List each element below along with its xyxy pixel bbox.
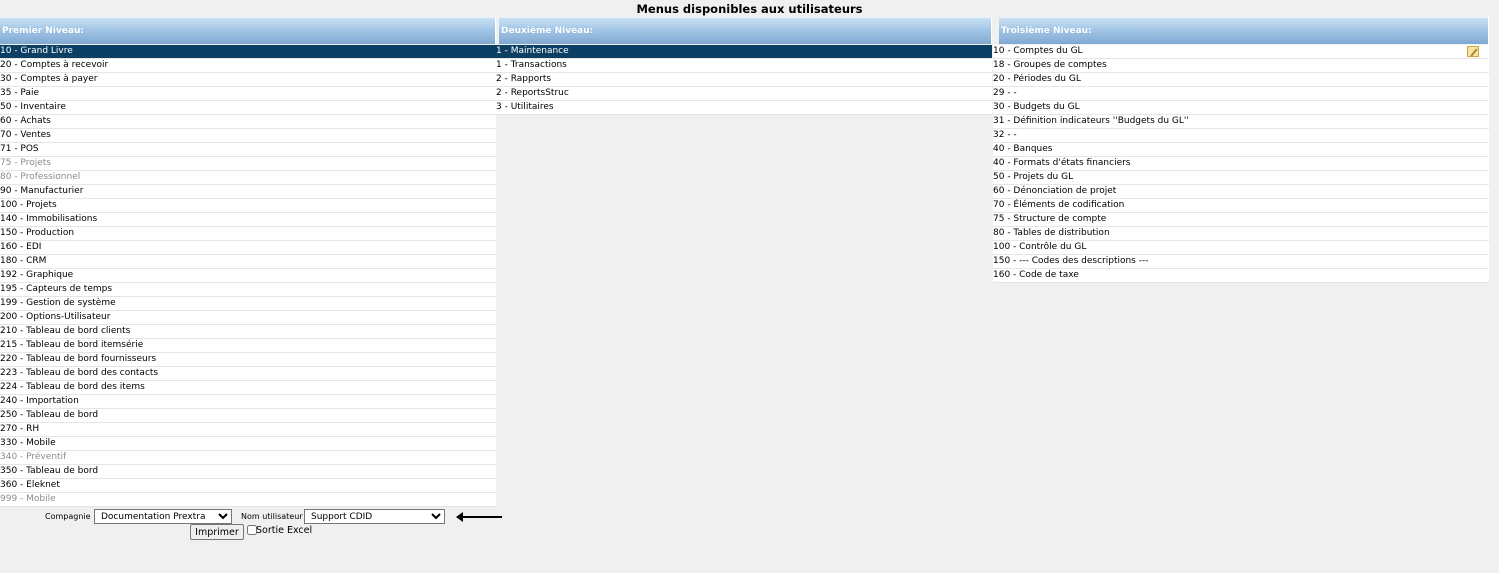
menu-item[interactable]: 140 - Immobilisations: [0, 213, 496, 227]
menu-item[interactable]: 160 - Code de taxe: [993, 269, 1489, 283]
menu-item[interactable]: 150 - --- Codes des descriptions ---: [993, 255, 1489, 269]
menu-item[interactable]: 340 - Préventif: [0, 451, 496, 465]
column-deuxieme-niveau: Deuxième Niveau: 1 - Maintenance 1 - Tran…: [496, 17, 992, 115]
menu-item[interactable]: 270 - RH: [0, 423, 496, 437]
menu-item[interactable]: 1 - Transactions: [496, 59, 992, 73]
menu-list-troisieme-niveau: 10 - Comptes du GL 18 - Groupes de compte…: [993, 45, 1489, 283]
menu-item[interactable]: 20 - Comptes à recevoir: [0, 59, 496, 73]
menu-item[interactable]: 30 - Budgets du GL: [993, 101, 1489, 115]
menu-item[interactable]: 2 - Rapports: [496, 73, 992, 87]
menu-item[interactable]: 200 - Options-Utilisateur: [0, 311, 496, 325]
menu-item[interactable]: 192 - Graphique: [0, 269, 496, 283]
menu-item[interactable]: 50 - Projets du GL: [993, 171, 1489, 185]
menu-item[interactable]: 50 - Inventaire: [0, 101, 496, 115]
menu-item[interactable]: 10 - Comptes du GL: [993, 45, 1489, 59]
menu-item[interactable]: 250 - Tableau de bord: [0, 409, 496, 423]
menu-item[interactable]: 40 - Formats d'états financiers: [993, 157, 1489, 171]
menu-item[interactable]: 240 - Importation: [0, 395, 496, 409]
arrow-left-icon: [456, 512, 502, 522]
menu-item[interactable]: 160 - EDI: [0, 241, 496, 255]
column-premier-niveau: Premier Niveau: 10 - Grand Livre 20 - Com…: [0, 17, 496, 507]
print-button[interactable]: Imprimer: [190, 524, 244, 540]
menu-item[interactable]: 150 - Production: [0, 227, 496, 241]
menu-item[interactable]: 3 - Utilitaires: [496, 101, 992, 115]
menu-item[interactable]: 60 - Achats: [0, 115, 496, 129]
column-header-premier-niveau: Premier Niveau:: [0, 17, 496, 44]
menu-item[interactable]: 195 - Capteurs de temps: [0, 283, 496, 297]
menu-item[interactable]: 71 - POS: [0, 143, 496, 157]
column-header-troisieme-niveau: Troisième Niveau:: [999, 17, 1489, 44]
menu-item[interactable]: 80 - Tables de distribution: [993, 227, 1489, 241]
menu-item[interactable]: 2 - ReportsStruc: [496, 87, 992, 101]
user-select[interactable]: Support CDID: [304, 509, 445, 524]
menu-list-premier-niveau: 10 - Grand Livre 20 - Comptes à recevoir 3…: [0, 45, 496, 507]
excel-output-label: Sortie Excel: [256, 525, 313, 536]
menu-item[interactable]: 220 - Tableau de bord fournisseurs: [0, 353, 496, 367]
menu-list-deuxieme-niveau: 1 - Maintenance 1 - Transactions 2 - Rappo…: [496, 45, 992, 115]
menu-item[interactable]: 32 - -: [993, 129, 1489, 143]
menu-item[interactable]: 60 - Dénonciation de projet: [993, 185, 1489, 199]
menu-item[interactable]: 75 - Structure de compte: [993, 213, 1489, 227]
menu-item[interactable]: 70 - Éléments de codification: [993, 199, 1489, 213]
menu-item[interactable]: 75 - Projets: [0, 157, 496, 171]
menu-item[interactable]: 999 - Mobile: [0, 493, 496, 507]
menu-item[interactable]: 180 - CRM: [0, 255, 496, 269]
menu-item[interactable]: 330 - Mobile: [0, 437, 496, 451]
menu-item[interactable]: 199 - Gestion de système: [0, 297, 496, 311]
menu-item[interactable]: 223 - Tableau de bord des contacts: [0, 367, 496, 381]
menu-item[interactable]: 31 - Définition indicateurs ''Budgets du…: [993, 115, 1489, 129]
menu-item[interactable]: 20 - Périodes du GL: [993, 73, 1489, 87]
menu-item[interactable]: 18 - Groupes de comptes: [993, 59, 1489, 73]
menu-item[interactable]: 35 - Paie: [0, 87, 496, 101]
menu-item[interactable]: 30 - Comptes à payer: [0, 73, 496, 87]
menu-item[interactable]: 360 - Eleknet: [0, 479, 496, 493]
company-label: Compagnie :: [45, 512, 96, 521]
edit-icon[interactable]: [1467, 46, 1479, 57]
menu-item[interactable]: 90 - Manufacturier: [0, 185, 496, 199]
menu-item[interactable]: 29 - -: [993, 87, 1489, 101]
page-title: Menus disponibles aux utilisateurs: [636, 2, 863, 16]
menu-item[interactable]: 100 - Projets: [0, 199, 496, 213]
menu-item[interactable]: 215 - Tableau de bord itemsérie: [0, 339, 496, 353]
column-header-deuxieme-niveau: Deuxième Niveau:: [499, 17, 992, 44]
menu-item[interactable]: 40 - Banques: [993, 143, 1489, 157]
company-select[interactable]: Documentation Prextra: [94, 509, 232, 524]
column-troisieme-niveau: Troisième Niveau: 10 - Comptes du GL 18 -…: [993, 17, 1489, 283]
menu-item[interactable]: 1 - Maintenance: [496, 45, 992, 59]
menu-item[interactable]: 210 - Tableau de bord clients: [0, 325, 496, 339]
menu-item[interactable]: 80 - Professionnel: [0, 171, 496, 185]
menu-item[interactable]: 224 - Tableau de bord des items: [0, 381, 496, 395]
menu-item[interactable]: 100 - Contrôle du GL: [993, 241, 1489, 255]
menu-item[interactable]: 350 - Tableau de bord: [0, 465, 496, 479]
menu-item[interactable]: 10 - Grand Livre: [0, 45, 496, 59]
filter-form: Compagnie : Documentation Prextra Nom ut…: [0, 509, 520, 525]
menu-item[interactable]: 70 - Ventes: [0, 129, 496, 143]
user-label: Nom utilisateur :: [241, 512, 308, 521]
